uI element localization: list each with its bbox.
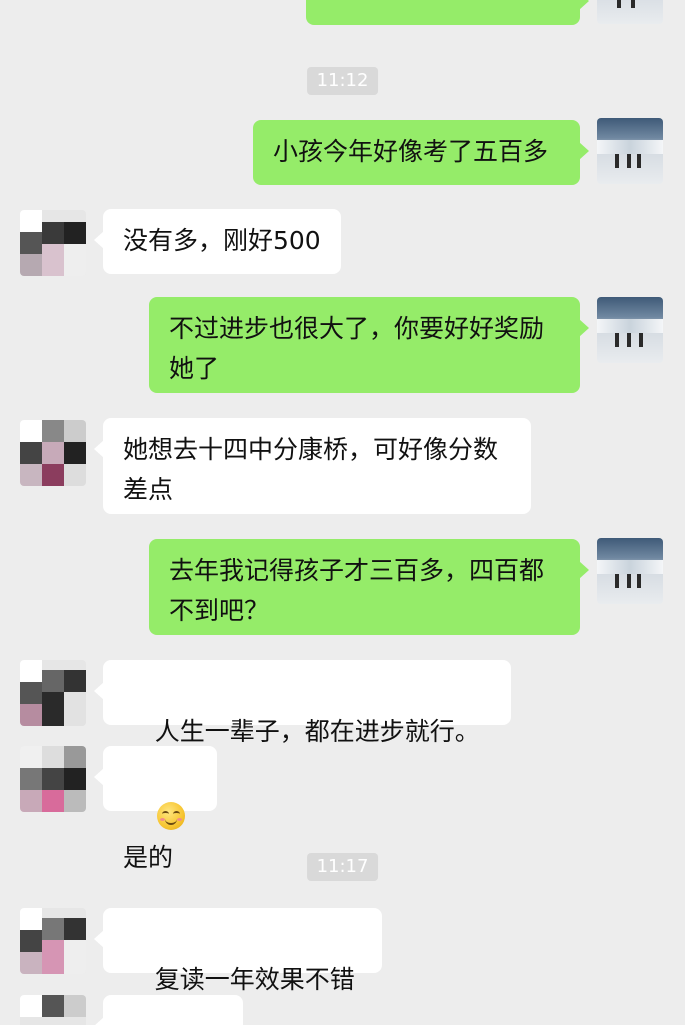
timestamp: 11:17 — [306, 853, 379, 881]
message-bubble-received[interactable]: 没有多，刚好500 — [94, 209, 341, 274]
avatar-contact[interactable] — [20, 995, 86, 1025]
avatar-contact[interactable] — [20, 908, 86, 974]
message-text: 是的 — [123, 843, 174, 872]
avatar-contact[interactable] — [20, 746, 86, 812]
avatar-contact[interactable] — [20, 660, 86, 726]
avatar-self[interactable] — [597, 297, 663, 363]
message-bubble-partial — [306, 0, 589, 25]
avatar-self[interactable] — [597, 118, 663, 184]
avatar-self[interactable] — [597, 538, 663, 604]
chat-window[interactable]: 11:12 小孩今年好像考了五百多 没有多，刚好500 不过进步也很大了，你要好… — [0, 0, 685, 1025]
message-bubble-received[interactable]: 她想去十四中分康桥，可好像分数 差点 — [94, 418, 531, 514]
message-bubble-received[interactable]: 是的 — [94, 746, 217, 872]
message-bubble-sent[interactable]: 小孩今年好像考了五百多 — [253, 120, 589, 185]
message-bubble-received[interactable]: 人生一辈子，都在进步就行。 — [94, 660, 511, 784]
smile-emoji-icon — [156, 802, 185, 830]
message-text: 人生一辈子，都在进步就行。 — [154, 717, 480, 746]
message-bubble-sent[interactable]: 去年我记得孩子才三百多，四百都 不到吧？ — [149, 539, 589, 635]
avatar-contact[interactable] — [20, 420, 86, 486]
avatar-contact[interactable] — [20, 210, 86, 276]
timestamp: 11:12 — [306, 67, 379, 95]
message-text: 复读一年效果不错 — [154, 965, 355, 994]
message-bubble-partial — [94, 995, 243, 1025]
avatar-self[interactable] — [597, 0, 663, 24]
message-bubble-received[interactable]: 复读一年效果不错 — [94, 908, 382, 1025]
message-bubble-sent[interactable]: 不过进步也很大了，你要好好奖励 她了 — [149, 297, 589, 393]
